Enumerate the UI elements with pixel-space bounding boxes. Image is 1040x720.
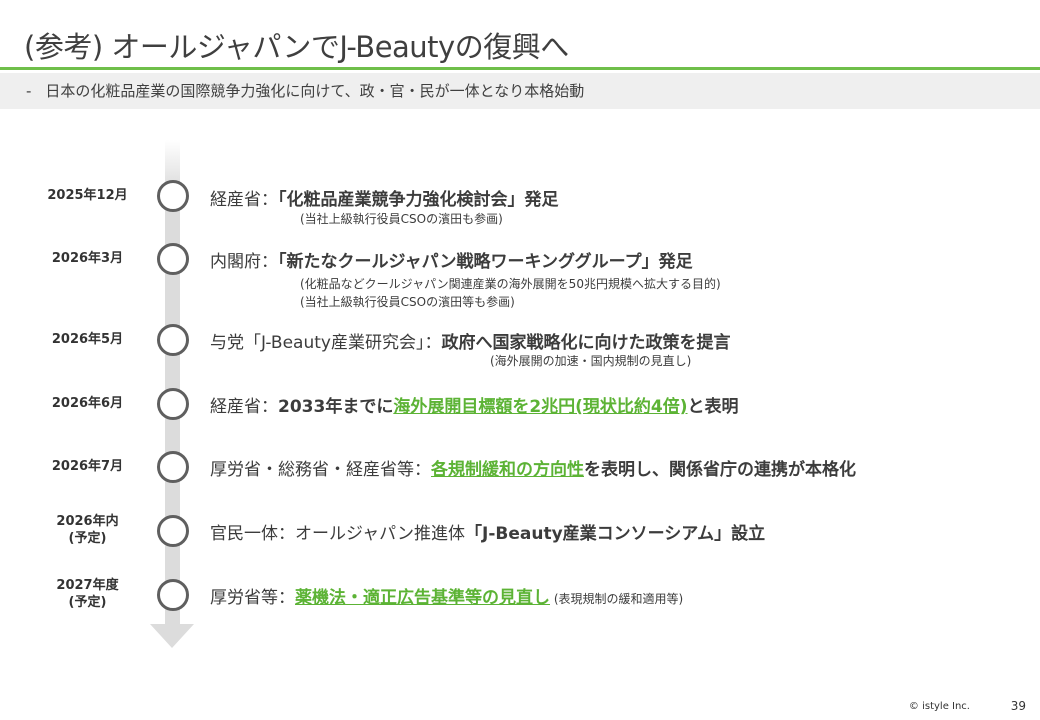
timeline-node-circle-icon — [157, 243, 189, 275]
event-org: 厚労省等： — [210, 588, 295, 608]
timeline-date-6: 2026年内 (予定) — [20, 513, 155, 547]
timeline-node-circle-icon — [157, 515, 189, 547]
timeline-date-1: 2025年12月 — [20, 187, 155, 204]
event-org: 厚労省・総務省・経産省等： — [210, 460, 431, 480]
event-post: を表明し、関係省庁の連携が本格化 — [584, 460, 856, 480]
event-main: 「J-Beauty産業コンソーシアム」設立 — [465, 524, 766, 544]
timeline-event-3: 与党「J-Beauty産業研究会」：政府へ国家戦略化に向けた政策を提言 — [210, 328, 730, 353]
event-org: 経産省： — [210, 397, 278, 417]
event-note: (当社上級執行役員CSOの濱田も参画) — [300, 212, 503, 226]
subtitle-dash: - — [26, 82, 32, 100]
event-org: 与党「J-Beauty産業研究会」： — [210, 333, 442, 353]
timeline-date-7: 2027年度 (予定) — [20, 577, 155, 611]
event-highlight: 各規制緩和の方向性 — [431, 460, 584, 480]
date-label: 2026年6月 — [51, 396, 124, 411]
event-org: 内閣府： — [210, 252, 278, 272]
title-underline — [0, 67, 1040, 70]
timeline-line — [165, 140, 180, 625]
event-post: と表明 — [687, 397, 739, 417]
timeline-date-2: 2026年3月 — [20, 250, 155, 267]
date-label: 2026年7月 — [51, 459, 124, 474]
date-label: 2026年内 — [56, 514, 119, 529]
page-number: 39 — [1010, 699, 1026, 713]
timeline-date-3: 2026年5月 — [20, 331, 155, 348]
timeline-node-circle-icon — [157, 579, 189, 611]
event-note: (当社上級執行役員CSOの濱田等も参画) — [300, 295, 515, 309]
timeline-event-5: 厚労省・総務省・経産省等：各規制緩和の方向性を表明し、関係省庁の連携が本格化 — [210, 455, 856, 480]
event-main: 「新たなクールジャパン戦略ワーキンググループ」発足 — [278, 252, 693, 272]
date-label: 2027年度 — [56, 578, 119, 593]
event-highlight: 海外展開目標額を2兆円(現状比約4倍) — [393, 397, 688, 417]
date-label: 2026年5月 — [51, 332, 124, 347]
timeline-event-2: 内閣府：「新たなクールジャパン戦略ワーキンググループ」発足 — [210, 247, 693, 272]
timeline-event-6: 官民一体：オールジャパン推進体「J-Beauty産業コンソーシアム」設立 — [210, 519, 765, 544]
timeline-event-1: 経産省：「化粧品産業競争力強化検討会」発足 — [210, 185, 559, 210]
subtitle: - 日本の化粧品産業の国際競争力強化に向けて、政・官・民が一体となり本格始動 — [26, 80, 584, 101]
timeline-date-5: 2026年7月 — [20, 458, 155, 475]
timeline-arrow-icon — [150, 624, 194, 648]
timeline-date-4: 2026年6月 — [20, 395, 155, 412]
event-org: 経産省： — [210, 190, 278, 210]
event-small-note: (表現規制の緩和適用等) — [550, 592, 684, 606]
page-title: (参考) オールジャパンでJ-Beautyの復興へ — [24, 30, 569, 64]
timeline-event-7: 厚労省等：薬機法・適正広告基準等の見直し (表現規制の緩和適用等) — [210, 583, 683, 608]
timeline-node-circle-icon — [157, 324, 189, 356]
event-pre: 2033年までに — [278, 397, 394, 417]
event-org: 官民一体：オールジャパン推進体 — [210, 524, 465, 544]
timeline-node-circle-icon — [157, 180, 189, 212]
date-label: 2025年12月 — [47, 188, 128, 203]
copyright: © istyle Inc. — [908, 701, 970, 712]
subtitle-text: 日本の化粧品産業の国際競争力強化に向けて、政・官・民が一体となり本格始動 — [45, 82, 585, 100]
event-note: (化粧品などクールジャパン関連産業の海外展開を50兆円規模へ拡大する目的) — [300, 277, 721, 291]
date-sublabel: (予定) — [68, 595, 107, 610]
timeline-node-circle-icon — [157, 388, 189, 420]
date-label: 2026年3月 — [51, 251, 124, 266]
event-note: (海外展開の加速・国内規制の見直し) — [490, 354, 692, 368]
event-main: 政府へ国家戦略化に向けた政策を提言 — [441, 333, 731, 353]
timeline-node-circle-icon — [157, 451, 189, 483]
event-highlight: 薬機法・適正広告基準等の見直し — [295, 588, 550, 608]
timeline-event-4: 経産省：2033年までに海外展開目標額を2兆円(現状比約4倍)と表明 — [210, 392, 739, 417]
event-main: 「化粧品産業競争力強化検討会」発足 — [278, 190, 559, 210]
date-sublabel: (予定) — [68, 531, 107, 546]
